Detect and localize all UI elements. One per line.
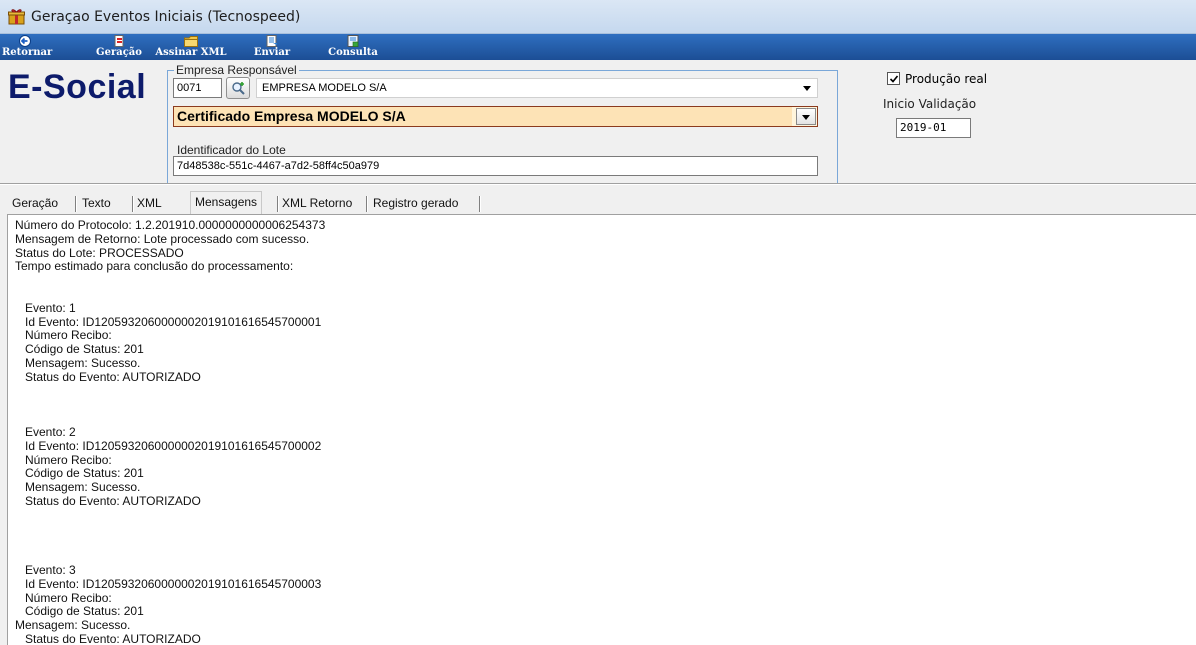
tab-xml[interactable]: XML bbox=[137, 194, 162, 214]
tab-separator bbox=[366, 196, 368, 212]
messages-panel[interactable]: Número do Protocolo: 1.2.201910.00000000… bbox=[7, 214, 1196, 645]
back-button[interactable]: Retornar bbox=[2, 34, 53, 60]
company-code-field[interactable]: 0071 bbox=[173, 78, 222, 98]
validity-field[interactable]: 2019-01 bbox=[896, 118, 971, 138]
query-label: Consulta bbox=[328, 47, 378, 58]
generate-button[interactable]: Geração bbox=[94, 34, 144, 60]
certificate-select[interactable]: Certificado Empresa MODELO S/A bbox=[173, 106, 818, 127]
window-title: Geraçao Eventos Iniciais (Tecnospeed) bbox=[31, 9, 301, 25]
tab-registro-gerado[interactable]: Registro gerado bbox=[373, 194, 458, 214]
tab-separator bbox=[479, 196, 481, 212]
validity-label: Inicio Validação bbox=[883, 97, 977, 111]
checkbox-box[interactable] bbox=[887, 72, 900, 85]
checkmark-icon bbox=[889, 75, 899, 83]
lot-id-label: Identificador do Lote bbox=[177, 143, 286, 157]
certificate-select-value: Certificado Empresa MODELO S/A bbox=[174, 107, 792, 126]
esocial-logo: E-Social bbox=[8, 68, 147, 106]
tab-separator bbox=[277, 196, 279, 212]
company-lookup-button[interactable] bbox=[226, 77, 250, 99]
send-document-icon bbox=[266, 35, 277, 47]
toolbar: Retornar Geração Assinar XML Enviar Cons… bbox=[0, 34, 1196, 60]
tab-mensagens[interactable]: Mensagens bbox=[190, 191, 263, 214]
company-select[interactable]: EMPRESA MODELO S/A bbox=[256, 78, 818, 98]
search-icon bbox=[232, 82, 245, 95]
send-label: Enviar bbox=[253, 47, 291, 58]
company-select-value: EMPRESA MODELO S/A bbox=[262, 82, 387, 94]
tab-xml-retorno[interactable]: XML Retorno bbox=[282, 194, 352, 214]
tab-texto[interactable]: Texto bbox=[82, 194, 111, 214]
document-icon bbox=[114, 35, 124, 47]
divider bbox=[0, 183, 1196, 185]
query-button[interactable]: Consulta bbox=[326, 34, 380, 60]
tab-separator bbox=[75, 196, 77, 212]
generate-label: Geração bbox=[96, 47, 142, 58]
messages-text: Número do Protocolo: 1.2.201910.00000000… bbox=[15, 218, 326, 645]
chevron-down-icon bbox=[802, 115, 810, 120]
title-bar: Geraçao Eventos Iniciais (Tecnospeed) bbox=[0, 0, 1196, 34]
query-document-icon bbox=[347, 35, 359, 47]
certificate-dropdown-button[interactable] bbox=[796, 108, 816, 125]
send-button[interactable]: Enviar bbox=[252, 34, 292, 60]
back-arrow-icon bbox=[19, 35, 31, 47]
company-group-legend: Empresa Responsável bbox=[174, 63, 299, 77]
production-label: Produção real bbox=[905, 72, 988, 86]
gift-box-icon bbox=[8, 9, 25, 25]
folder-icon bbox=[184, 36, 198, 47]
sign-xml-label: Assinar XML bbox=[155, 47, 227, 58]
lot-id-field[interactable]: 7d48538c-551c-4467-a7d2-58ff4c50a979 bbox=[173, 156, 818, 176]
sign-xml-button[interactable]: Assinar XML bbox=[148, 34, 234, 60]
chevron-down-icon bbox=[803, 86, 811, 91]
tab-geracao[interactable]: Geração bbox=[12, 194, 58, 214]
tab-separator bbox=[132, 196, 134, 212]
back-label: Retornar bbox=[2, 47, 53, 58]
